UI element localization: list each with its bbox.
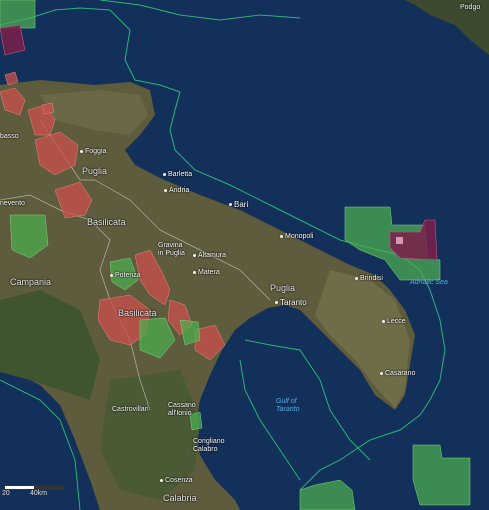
scale-label-left: 20 (2, 490, 10, 497)
label-castrovillari: Castrovillari (112, 406, 149, 413)
label-casarano: Casarano (380, 370, 415, 377)
label-monopoli: Monopoli (280, 233, 313, 240)
label-cosenza: Cosenza (160, 477, 193, 484)
label-gravina: Gravina in Puglia (158, 242, 185, 257)
label-potenza: Potenza (110, 272, 141, 279)
label-taranto: Taranto (275, 299, 307, 307)
label-basso: basso (0, 133, 19, 140)
label-gulf-of-taranto: Gulf of Taranto (276, 398, 300, 413)
label-andria: Andria (164, 187, 189, 194)
label-altamura: Altamura (193, 252, 226, 259)
label-lecce: Lecce (382, 318, 406, 325)
scale-label-right: 40km (30, 490, 48, 497)
label-puglia-south: Puglia (270, 283, 296, 293)
label-basilicata-north: Basilicata (87, 217, 126, 227)
scale-bar: 20 40km (2, 483, 64, 499)
label-nevento: nevento (0, 200, 25, 207)
label-campania: Campania (10, 277, 52, 287)
label-basilicata-south: Basilicata (118, 308, 157, 318)
map-view[interactable]: Podgo basso Foggia Puglia Barletta Andri… (0, 0, 489, 510)
map-canvas (0, 0, 489, 510)
label-calabria: Calabria (163, 493, 197, 503)
label-puglia-north: Puglia (82, 166, 108, 176)
label-foggia: Foggia (80, 148, 106, 155)
label-cassano: Cassano all'Ionio (168, 402, 196, 417)
label-corigliano: Corigliano Calabro (193, 438, 225, 453)
label-adriatic-sea: Adriatic Sea (410, 279, 448, 286)
label-bari: Bari (229, 201, 248, 209)
label-podgorica: Podgo (460, 4, 481, 11)
label-matera: Matera (193, 269, 220, 276)
label-barletta: Barletta (163, 171, 192, 178)
label-brindisi: Brindisi (355, 275, 383, 282)
